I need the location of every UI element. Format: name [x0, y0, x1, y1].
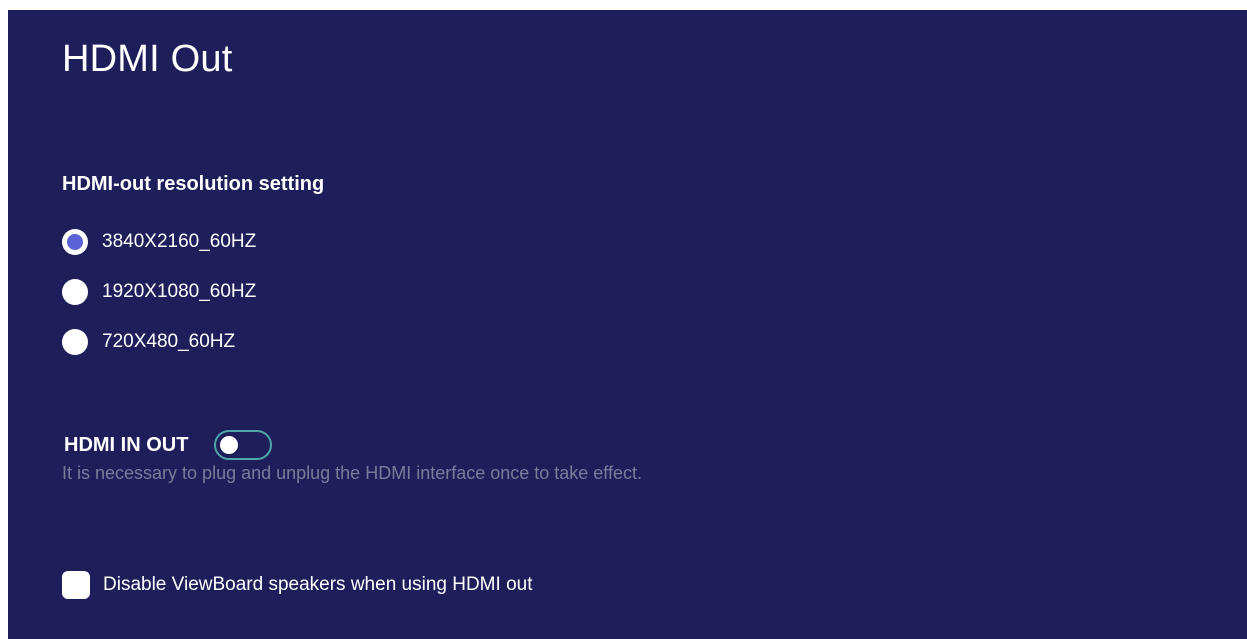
resolution-option-720x480[interactable]: 720X480_60HZ: [62, 327, 235, 357]
hdmi-in-out-row: HDMI IN OUT: [64, 428, 273, 462]
radio-button-selected[interactable]: [62, 229, 88, 255]
resolution-option-label: 720X480_60HZ: [102, 331, 236, 352]
radio-button[interactable]: [62, 279, 88, 305]
hdmi-out-settings-panel: HDMI Out HDMI-out resolution setting 384…: [8, 10, 1247, 639]
radio-button[interactable]: [62, 329, 88, 355]
toggle-knob: [220, 436, 239, 454]
resolution-section-heading: HDMI-out resolution setting: [62, 173, 325, 195]
page-title: HDMI Out: [62, 38, 233, 80]
resolution-option-label: 1920X1080_60HZ: [102, 281, 257, 302]
hdmi-in-out-toggle[interactable]: [214, 430, 273, 460]
resolution-option-1920x1080[interactable]: 1920X1080_60HZ: [62, 277, 256, 307]
resolution-option-3840x2160[interactable]: 3840X2160_60HZ: [62, 227, 256, 257]
hdmi-in-out-hint: It is necessary to plug and unplug the H…: [62, 463, 642, 483]
resolution-option-label: 3840X2160_60HZ: [102, 231, 257, 252]
disable-speakers-option[interactable]: Disable ViewBoard speakers when using HD…: [62, 570, 532, 600]
disable-speakers-label: Disable ViewBoard speakers when using HD…: [103, 574, 533, 595]
disable-speakers-checkbox[interactable]: [62, 571, 90, 599]
hdmi-in-out-label: HDMI IN OUT: [64, 433, 189, 456]
